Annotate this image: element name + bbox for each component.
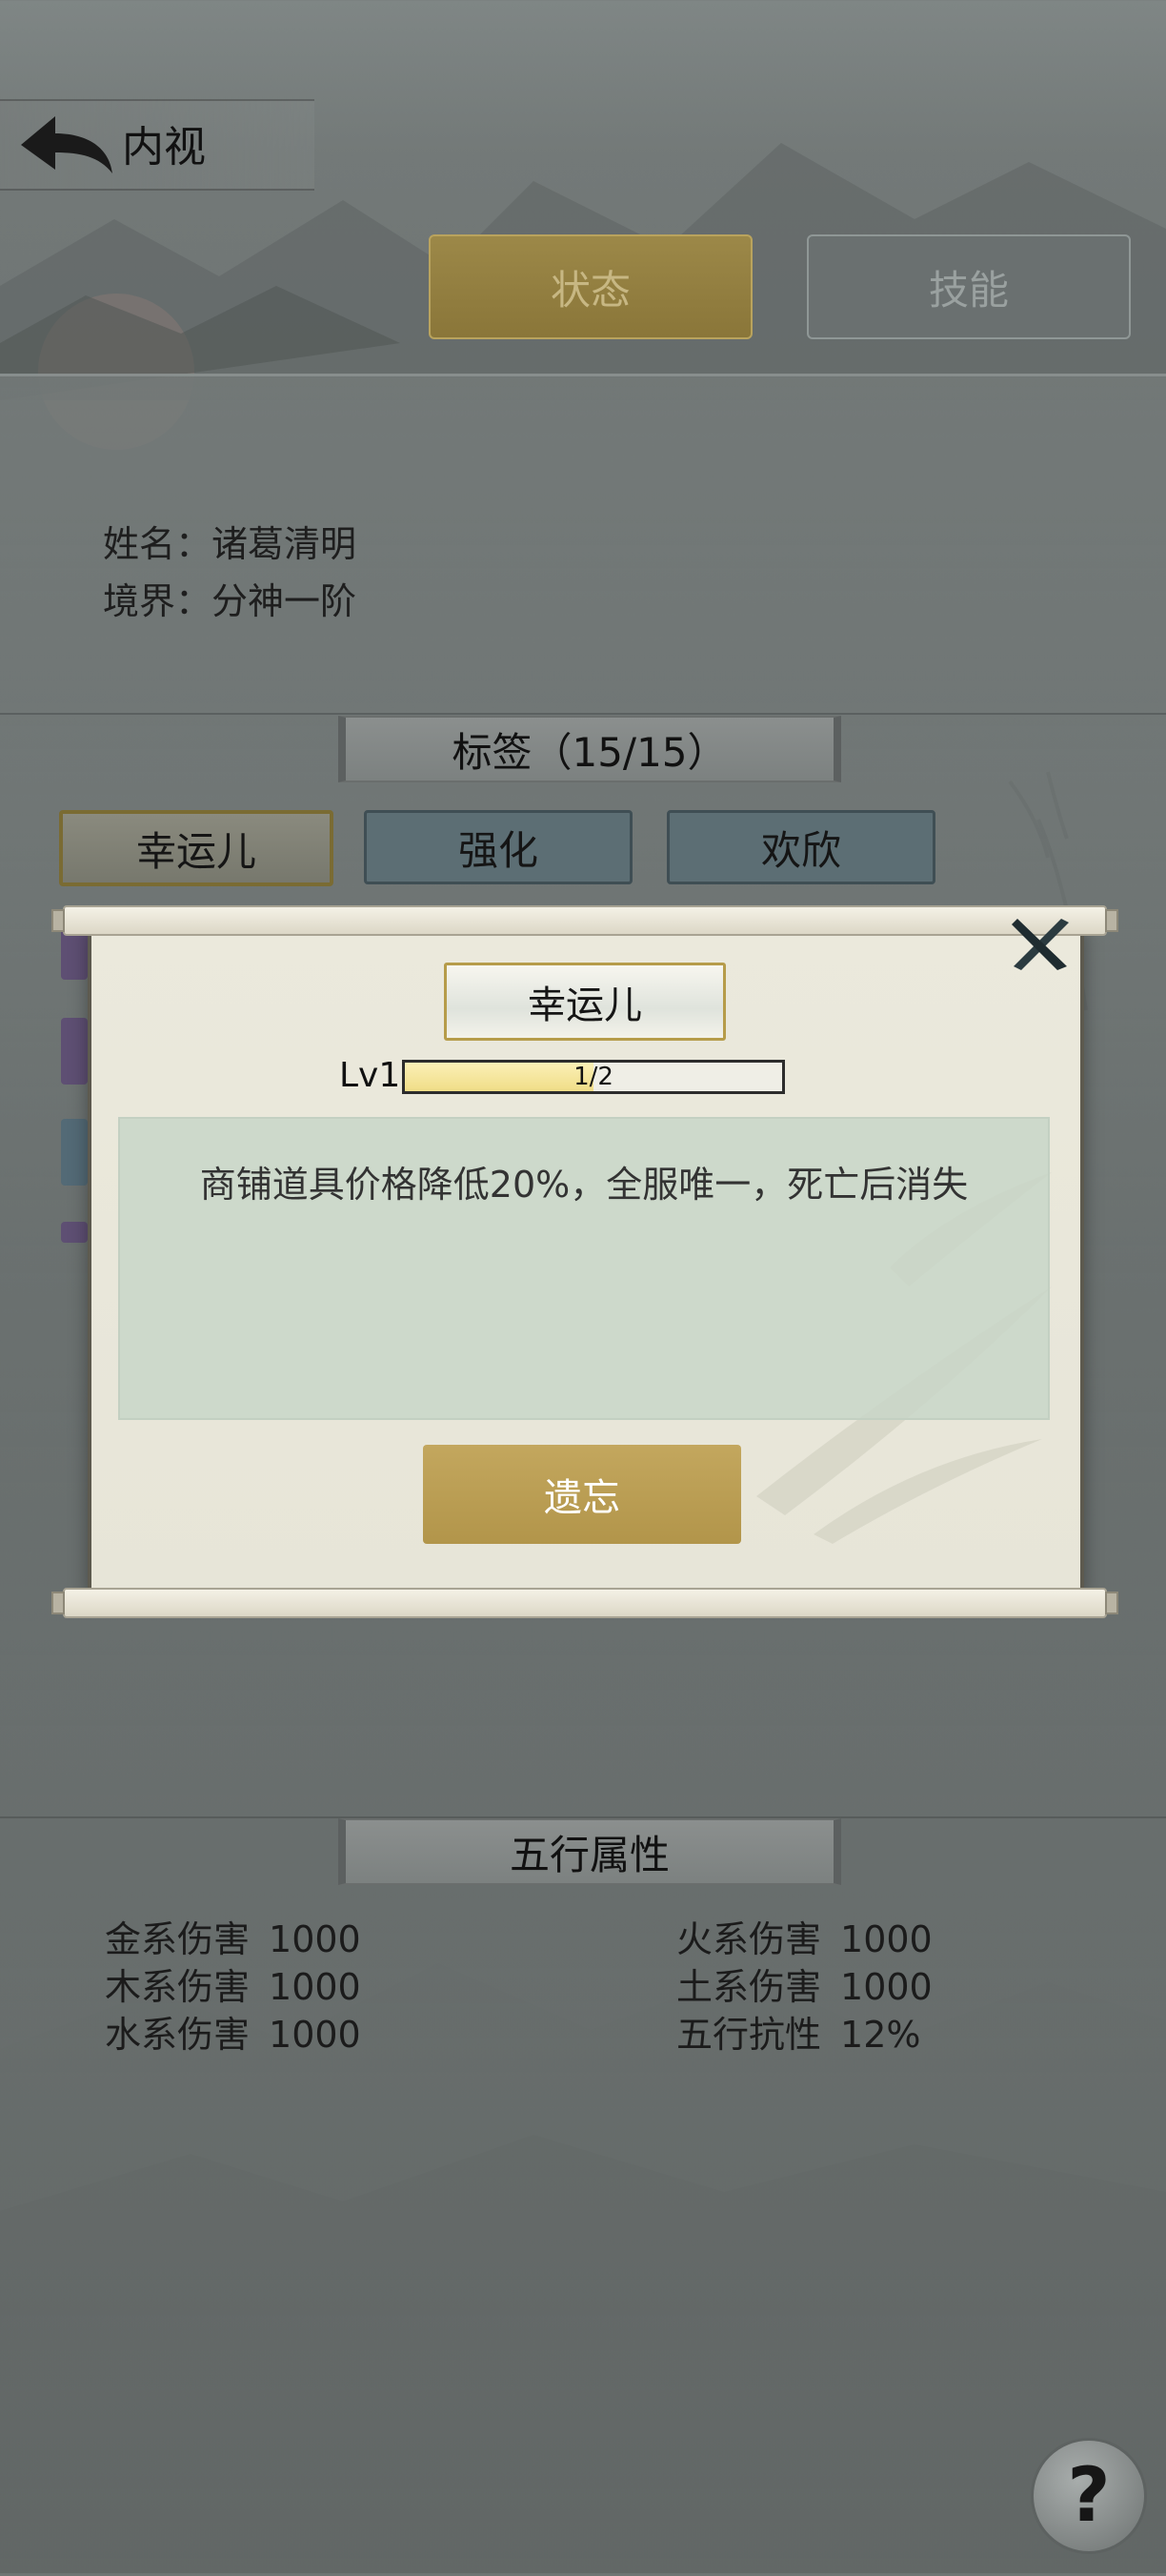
attr-resistance: 五行抗性 12%: [676, 2014, 921, 2056]
tag-chip-partial[interactable]: [61, 1222, 88, 1243]
tag-lucky[interactable]: 幸运儿: [59, 810, 333, 886]
scroll-rod-top: [51, 905, 1118, 936]
character-realm: 境界：分神一阶: [103, 580, 357, 622]
divider: [0, 713, 1166, 715]
level-label: Lv1: [339, 1056, 401, 1095]
attr-metal: 金系伤害 1000: [105, 1918, 361, 1960]
tags-section-header: 标签（15/15）: [338, 716, 841, 782]
tab-skills[interactable]: 技能: [807, 234, 1131, 339]
back-arrow-icon[interactable]: [13, 111, 118, 179]
page-title: 内视: [122, 123, 206, 172]
level-progress-bar: 1/2: [402, 1060, 785, 1094]
forget-button[interactable]: 遗忘: [423, 1445, 741, 1544]
attr-fire: 火系伤害 1000: [676, 1918, 933, 1960]
attr-wood: 木系伤害 1000: [105, 1966, 361, 2008]
scroll-rod-bottom: [51, 1588, 1118, 1618]
character-name: 姓名：诸葛清明: [103, 523, 357, 565]
attr-water: 水系伤害 1000: [105, 2014, 361, 2056]
tag-strengthen[interactable]: 强化: [364, 810, 633, 884]
level-progress-text: 1/2: [573, 1063, 613, 1091]
tab-status[interactable]: 状态: [429, 234, 753, 339]
description-panel: 商铺道具价格降低20%，全服唯一，死亡后消失: [118, 1117, 1050, 1420]
help-button[interactable]: ?: [1031, 2438, 1147, 2554]
close-icon[interactable]: [1008, 913, 1073, 972]
tag-chip-partial[interactable]: [61, 1018, 88, 1085]
dialog-title: 幸运儿: [444, 963, 726, 1041]
attr-earth: 土系伤害 1000: [676, 1966, 933, 2008]
tag-chip-partial[interactable]: [61, 1119, 88, 1186]
tag-description: 商铺道具价格降低20%，全服唯一，死亡后消失: [199, 1164, 969, 1206]
elements-section-header: 五行属性: [338, 1818, 841, 1885]
tag-joy[interactable]: 欢欣: [667, 810, 935, 884]
